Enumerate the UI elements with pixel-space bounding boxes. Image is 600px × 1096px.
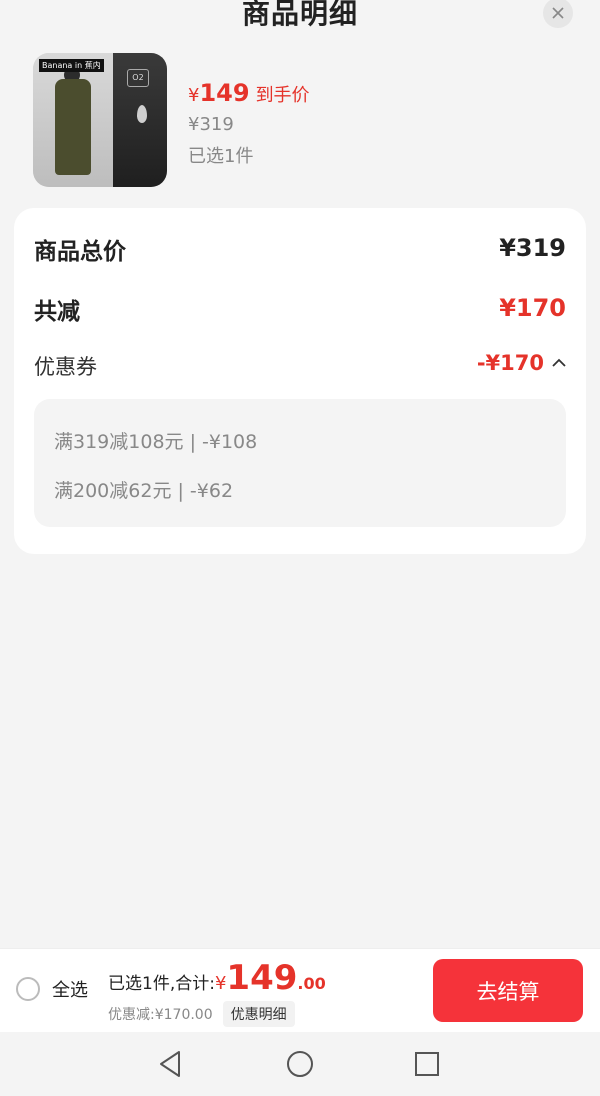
select-all-label: 全选 [52,980,88,1001]
thumbnail-model-panel [33,53,113,187]
reduction-value: ¥170 [499,294,566,322]
final-price: 149 [199,79,250,107]
price-row: ¥149 到手价 [188,79,310,107]
original-price: ¥319 [188,114,234,135]
final-price-tag: 到手价 [255,85,310,106]
total-line: 已选1件,合计:¥149.00 [108,958,326,998]
discount-amount: 优惠减:¥170.00 [108,1007,213,1023]
coupon-label: 优惠券 [34,355,97,379]
total-amount-integer: 149 [226,958,298,998]
coupon-item: 满200减62元 | -¥62 [54,480,234,502]
checkout-button[interactable]: 去结算 [433,959,583,1022]
coupon-value: -¥170 [476,351,544,375]
thumbnail-badge: O2 [127,69,149,87]
thumbnail-fabric-panel: O2 [113,53,167,187]
price-currency: ¥ [188,85,200,106]
coupon-toggle[interactable]: -¥170 [477,351,566,375]
close-icon [552,7,564,19]
product-thumbnail[interactable]: O2 Banana in 蕉内 [33,53,167,187]
coupon-item: 满319减108元 | -¥108 [54,431,258,453]
reduction-label: 共减 [34,299,80,325]
water-drop-icon [137,105,147,123]
system-nav-bar [0,1032,600,1096]
total-price-label: 商品总价 [34,239,126,265]
coupon-detail-box: 满319减108元 | -¥108 满200减62元 | -¥62 [34,399,566,527]
checkout-bar: 全选 已选1件,合计:¥149.00 优惠减:¥170.00 优惠明细 去结算 [0,948,600,1033]
thumbnail-brand-label: Banana in 蕉内 [39,59,104,72]
selected-count: 已选1件 [188,146,254,167]
radio-icon[interactable] [16,977,40,1001]
total-currency: ¥ [214,973,227,994]
nav-back-icon[interactable] [155,1048,187,1080]
discount-detail-button[interactable]: 优惠明细 [222,1001,295,1027]
total-amount-decimal: .00 [297,974,326,993]
nav-home-icon[interactable] [284,1048,316,1080]
total-prefix: 已选1件,合计: [108,974,215,994]
total-price-value: ¥319 [499,234,566,262]
model-body [55,79,91,175]
chevron-up-icon [552,358,566,367]
nav-recents-icon[interactable] [411,1048,443,1080]
header: 商品明细 [0,0,600,40]
page-title: 商品明细 [241,0,358,30]
product-summary: O2 Banana in 蕉内 ¥149 到手价 ¥319 已选1件 [33,53,573,188]
price-breakdown-card: 商品总价 ¥319 共减 ¥170 优惠券 -¥170 满319减108元 | … [14,208,586,554]
select-all-toggle[interactable]: 全选 [16,976,88,1002]
discount-line: 优惠减:¥170.00 优惠明细 [108,1001,295,1027]
